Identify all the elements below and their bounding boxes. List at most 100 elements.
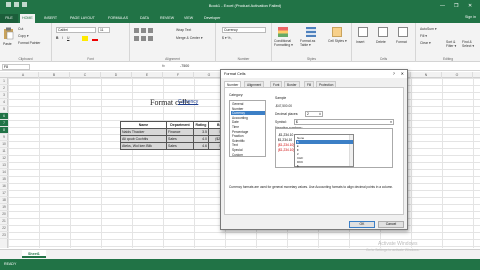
insert-button[interactable]: Insert (356, 40, 364, 44)
fill-button[interactable]: Fill ▾ (420, 34, 427, 38)
row-header-21[interactable]: 21 (0, 218, 8, 225)
redo-icon[interactable] (22, 2, 27, 7)
font-color-icon[interactable] (92, 36, 98, 41)
format-as-table-button[interactable]: Format as Table ▾ (300, 39, 324, 47)
format-cells-icon[interactable] (398, 27, 408, 37)
ok-button[interactable]: OK (349, 221, 375, 228)
close-button[interactable]: ✕ (468, 3, 472, 9)
align-horizontal-icons[interactable] (134, 36, 154, 41)
insert-cells-icon[interactable] (358, 27, 368, 37)
row-header-2[interactable]: 2 (0, 85, 8, 92)
dialog-close-button[interactable]: ✕ (401, 71, 404, 76)
column-header-name[interactable]: Name (120, 121, 167, 129)
cell-name[interactable]: Ateks, Wol ken Blik (120, 142, 167, 150)
category-list[interactable]: General Number Currency Accounting Date Time P… (229, 100, 266, 157)
row-header-14[interactable]: 14 (0, 169, 8, 176)
autosum-button[interactable]: AutoSum ▾ (420, 27, 437, 31)
delete-button[interactable]: Delete (376, 40, 386, 44)
sort-filter-button[interactable]: Sort & Filter ▾ (446, 40, 462, 48)
wrap-text-button[interactable]: Wrap Text (176, 28, 191, 32)
clear-button[interactable]: Clear ▾ (420, 41, 431, 45)
number-format-buttons[interactable]: $ ▾ % , (222, 36, 232, 40)
fill-color-icon[interactable] (82, 36, 88, 41)
row-header-3[interactable]: 3 (0, 92, 8, 99)
format-as-table-icon[interactable] (306, 27, 316, 37)
tab-developer[interactable]: Developer (202, 14, 222, 23)
row-header-22[interactable]: 22 (0, 225, 8, 232)
sign-in-link[interactable]: Sign in (465, 15, 476, 19)
format-button[interactable]: Format (396, 40, 407, 44)
row-header-17[interactable]: 17 (0, 190, 8, 197)
row-header-10[interactable]: 10 (0, 141, 8, 148)
minimize-button[interactable]: — (440, 3, 445, 9)
help-button[interactable]: ? (393, 71, 395, 76)
row-header-12[interactable]: 12 (0, 155, 8, 162)
underline-button[interactable]: U (67, 36, 69, 40)
currency-hyperlink[interactable]: Currency (178, 99, 198, 105)
paste-label[interactable]: Paste (3, 42, 12, 46)
copy-button[interactable]: Copy ▾ (18, 34, 29, 38)
symbol-select[interactable]: $ ▾ (294, 119, 394, 125)
italic-button[interactable]: I (62, 36, 63, 40)
category-item-custom[interactable]: Custom (231, 153, 265, 157)
row-header-9[interactable]: 9 (0, 134, 8, 141)
cell-name[interactable]: Ali qoub Cochitis (120, 135, 167, 143)
tab-view[interactable]: VIEW (182, 14, 195, 23)
tab-page-layout[interactable]: PAGE LAYOUT (68, 14, 97, 23)
cell-rating[interactable]: 4.0 (193, 135, 209, 143)
row-header-6[interactable]: 6 (0, 113, 8, 120)
align-top-icons[interactable] (134, 28, 154, 33)
tab-formulas[interactable]: FORMULAS (106, 14, 130, 23)
decimal-places-stepper[interactable]: 2 ⇕ (305, 111, 323, 117)
row-header-7[interactable]: 7 (0, 120, 8, 127)
restore-button[interactable]: ❐ (454, 3, 458, 9)
insert-function-button[interactable]: fx (162, 64, 165, 68)
merge-center-button[interactable]: Merge & Center ▾ (176, 36, 203, 40)
font-size-select[interactable]: 11 (98, 27, 110, 33)
cell-name[interactable]: Naids Thacker (120, 128, 167, 136)
chevron-down-icon[interactable]: ▾ (389, 120, 393, 124)
cell-department[interactable]: Sales (166, 135, 194, 143)
cell-rating[interactable]: 3.5 (193, 128, 209, 136)
format-painter-button[interactable]: Format Painter (18, 41, 40, 45)
row-header-15[interactable]: 15 (0, 176, 8, 183)
cut-button[interactable]: Cut (18, 27, 23, 31)
cell-department[interactable]: Sales (166, 142, 194, 150)
negative-option[interactable]: ($1,234.10) (278, 148, 294, 152)
undo-icon[interactable] (14, 2, 19, 7)
tab-file[interactable]: FILE (0, 14, 18, 23)
row-header-23[interactable]: 23 (0, 232, 8, 239)
row-header-1[interactable]: 1 (0, 78, 8, 85)
negative-option[interactable]: -$1,234.10 (278, 133, 293, 137)
tab-insert[interactable]: INSERT (42, 14, 59, 23)
negative-option[interactable]: $1,234.10 (278, 138, 292, 142)
tab-review[interactable]: REVIEW (158, 14, 176, 23)
row-header-4[interactable]: 4 (0, 99, 8, 106)
column-header-department[interactable]: Department (166, 121, 194, 129)
row-header-11[interactable]: 11 (0, 148, 8, 155)
font-name-select[interactable]: Calibri (56, 27, 96, 33)
symbol-option[interactable]: $ (296, 164, 353, 168)
cell-department[interactable]: Finance (166, 128, 194, 136)
cancel-button[interactable]: Cancel (378, 221, 404, 228)
cell-styles-button[interactable]: Cell Styles ▾ (328, 39, 350, 44)
row-header-16[interactable]: 16 (0, 183, 8, 190)
tab-home[interactable]: HOME (20, 14, 35, 23)
row-header-13[interactable]: 13 (0, 162, 8, 169)
cell-styles-icon[interactable] (332, 27, 342, 37)
find-select-button[interactable]: Find & Select ▾ (462, 40, 480, 48)
paste-icon[interactable] (3, 27, 14, 40)
row-header-8[interactable]: 8 (0, 127, 8, 134)
bold-button[interactable]: B (56, 36, 58, 40)
sheet-tab[interactable]: Sheet1 (22, 250, 46, 258)
row-header-5[interactable]: 5 (0, 106, 8, 113)
name-box[interactable]: F8 (2, 64, 30, 70)
column-header-rating[interactable]: Rating (193, 121, 209, 129)
conditional-formatting-button[interactable]: Conditional Formatting ▾ (274, 39, 298, 47)
tab-data[interactable]: DATA (138, 14, 151, 23)
delete-cells-icon[interactable] (378, 27, 388, 37)
row-header-20[interactable]: 20 (0, 211, 8, 218)
negative-option[interactable]: ($1,234.10) (278, 143, 294, 147)
row-header-19[interactable]: 19 (0, 204, 8, 211)
cell-rating[interactable]: 4.6 (193, 142, 209, 150)
